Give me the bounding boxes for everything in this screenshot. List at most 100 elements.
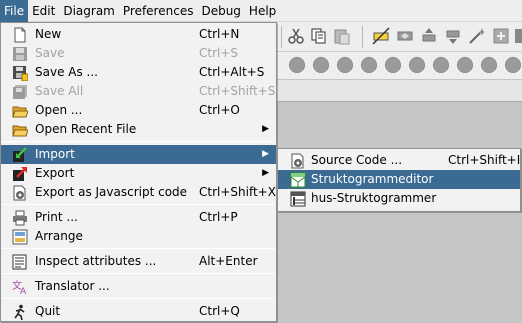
menu-item-label: Export: [35, 166, 75, 180]
element-button[interactable]: [337, 57, 353, 73]
move-up-icon[interactable]: [420, 27, 438, 45]
translator-icon: 文A: [12, 279, 28, 295]
toolbar-overflow-icon[interactable]: [514, 27, 522, 45]
submenu-arrow-icon: ▶: [262, 168, 269, 178]
copy-icon[interactable]: [310, 27, 328, 45]
menu-item-arrange[interactable]: Arrange: [1, 227, 276, 246]
magic-wand-icon[interactable]: [468, 27, 486, 45]
menubar: File Edit Diagram Preferences Debug Help: [0, 0, 522, 22]
highlight-icon[interactable]: [372, 27, 390, 45]
menu-separator: [2, 248, 275, 249]
menu-item-label: Arrange: [35, 229, 83, 243]
menu-file-label: File: [4, 3, 25, 18]
shortcut-text: Ctrl+S: [199, 46, 239, 60]
import-icon: [12, 147, 28, 163]
menu-item-label: Save All: [35, 84, 84, 98]
shortcut-text: Ctrl+O: [199, 103, 240, 117]
menu-file[interactable]: File: [0, 0, 29, 22]
menu-item-label: Open ...: [35, 103, 83, 117]
menu-item-import[interactable]: Import ▶: [1, 145, 276, 164]
move-down-icon[interactable]: [444, 27, 462, 45]
import-submenu: Source Code ... Ctrl+Shift+I Struktogram…: [277, 148, 521, 212]
shortcut-text: Ctrl+Shift+S: [199, 84, 276, 98]
menu-item-export[interactable]: Export ▶: [1, 164, 276, 183]
menu-item-save[interactable]: Save Ctrl+S: [1, 44, 276, 63]
shortcut-text: Ctrl+N: [199, 27, 240, 41]
menu-item-open[interactable]: Open ... Ctrl+O: [1, 101, 276, 120]
element-button[interactable]: [409, 57, 425, 73]
menu-diagram[interactable]: Diagram: [59, 0, 119, 22]
menu-edit-label: Edit: [32, 3, 56, 18]
menu-item-print[interactable]: Print ... Ctrl+P: [1, 208, 276, 227]
menu-item-save-as[interactable]: Save As ... Ctrl+Alt+S: [1, 63, 276, 82]
element-button[interactable]: [313, 57, 329, 73]
new-file-icon: [12, 27, 28, 43]
menu-item-inspect[interactable]: Inspect attributes ... Alt+Enter: [1, 252, 276, 271]
hus-struktogram-icon: [290, 191, 306, 207]
toolbar-separator: [362, 26, 363, 48]
menu-item-label: Export as Javascript code: [35, 185, 188, 199]
menu-item-label: Save As ...: [35, 65, 98, 79]
element-button[interactable]: [385, 57, 401, 73]
menu-item-label: Import: [35, 147, 75, 161]
menu-diagram-label: Diagram: [63, 3, 115, 18]
save-all-icon: [12, 84, 28, 100]
paste-icon[interactable]: [333, 27, 351, 45]
menu-help-label: Help: [248, 3, 277, 18]
menu-item-label: Inspect attributes ...: [35, 254, 157, 268]
cut-icon[interactable]: [287, 27, 305, 45]
submenu-item-struktogrammeditor[interactable]: Struktogrammeditor: [278, 170, 520, 189]
element-button[interactable]: [481, 57, 497, 73]
menu-separator: [2, 298, 275, 299]
menu-preferences-label: Preferences: [122, 3, 194, 18]
arrange-icon: [12, 229, 28, 245]
transmute-icon[interactable]: [492, 27, 510, 45]
struktogram-icon: [290, 172, 306, 188]
menu-item-translator[interactable]: 文A Translator ...: [1, 277, 276, 296]
transform-icon[interactable]: [396, 27, 414, 45]
menu-item-label: Translator ...: [35, 279, 110, 293]
menu-item-export-js[interactable]: Export as Javascript code Ctrl+Shift+X: [1, 183, 276, 202]
menu-item-label: Quit: [35, 304, 61, 318]
menu-item-label: Save: [35, 46, 65, 60]
shortcut-text: Alt+Enter: [199, 254, 258, 268]
shortcut-text: Ctrl+Shift+I: [448, 153, 521, 167]
menu-debug-label: Debug: [201, 3, 241, 18]
menu-edit[interactable]: Edit: [28, 0, 59, 22]
menu-item-label: Struktogrammeditor: [311, 172, 434, 186]
export-icon: [12, 166, 28, 182]
quit-running-person-icon: [12, 304, 28, 320]
submenu-arrow-icon: ▶: [262, 149, 269, 159]
element-button[interactable]: [457, 57, 473, 73]
menu-separator: [2, 273, 275, 274]
submenu-arrow-icon: ▶: [262, 124, 269, 134]
file-menu: New Ctrl+N Save Ctrl+S Save As ... Ctrl+…: [0, 22, 277, 322]
open-folder-icon: [12, 103, 28, 119]
menu-item-label: Source Code ...: [311, 153, 403, 167]
inspect-list-icon: [12, 254, 28, 270]
printer-icon: [12, 210, 28, 226]
open-recent-folder-icon: [12, 122, 28, 138]
menu-item-open-recent[interactable]: Open Recent File ▶: [1, 120, 276, 139]
element-button[interactable]: [505, 57, 521, 73]
menu-item-label: Open Recent File: [35, 122, 137, 136]
menu-preferences[interactable]: Preferences: [119, 0, 198, 22]
menu-separator: [2, 141, 275, 142]
shortcut-text: Ctrl+Shift+X: [199, 185, 276, 199]
menu-item-new[interactable]: New Ctrl+N: [1, 25, 276, 44]
menu-help[interactable]: Help: [245, 0, 280, 22]
submenu-item-hus-struktogrammer[interactable]: hus-Struktogrammer: [278, 189, 520, 208]
shortcut-text: Ctrl+Q: [199, 304, 240, 318]
menu-item-label: New: [35, 27, 62, 41]
menu-item-save-all[interactable]: Save All Ctrl+Shift+S: [1, 82, 276, 101]
element-button[interactable]: [361, 57, 377, 73]
shortcut-text: Ctrl+P: [199, 210, 238, 224]
element-button[interactable]: [433, 57, 449, 73]
menu-separator: [2, 204, 275, 205]
menu-debug[interactable]: Debug: [197, 0, 244, 22]
element-button[interactable]: [289, 57, 305, 73]
submenu-item-source-code[interactable]: Source Code ... Ctrl+Shift+I: [278, 151, 520, 170]
menu-item-quit[interactable]: Quit Ctrl+Q: [1, 302, 276, 321]
export-javascript-icon: [12, 185, 28, 201]
shortcut-text: Ctrl+Alt+S: [199, 65, 265, 79]
